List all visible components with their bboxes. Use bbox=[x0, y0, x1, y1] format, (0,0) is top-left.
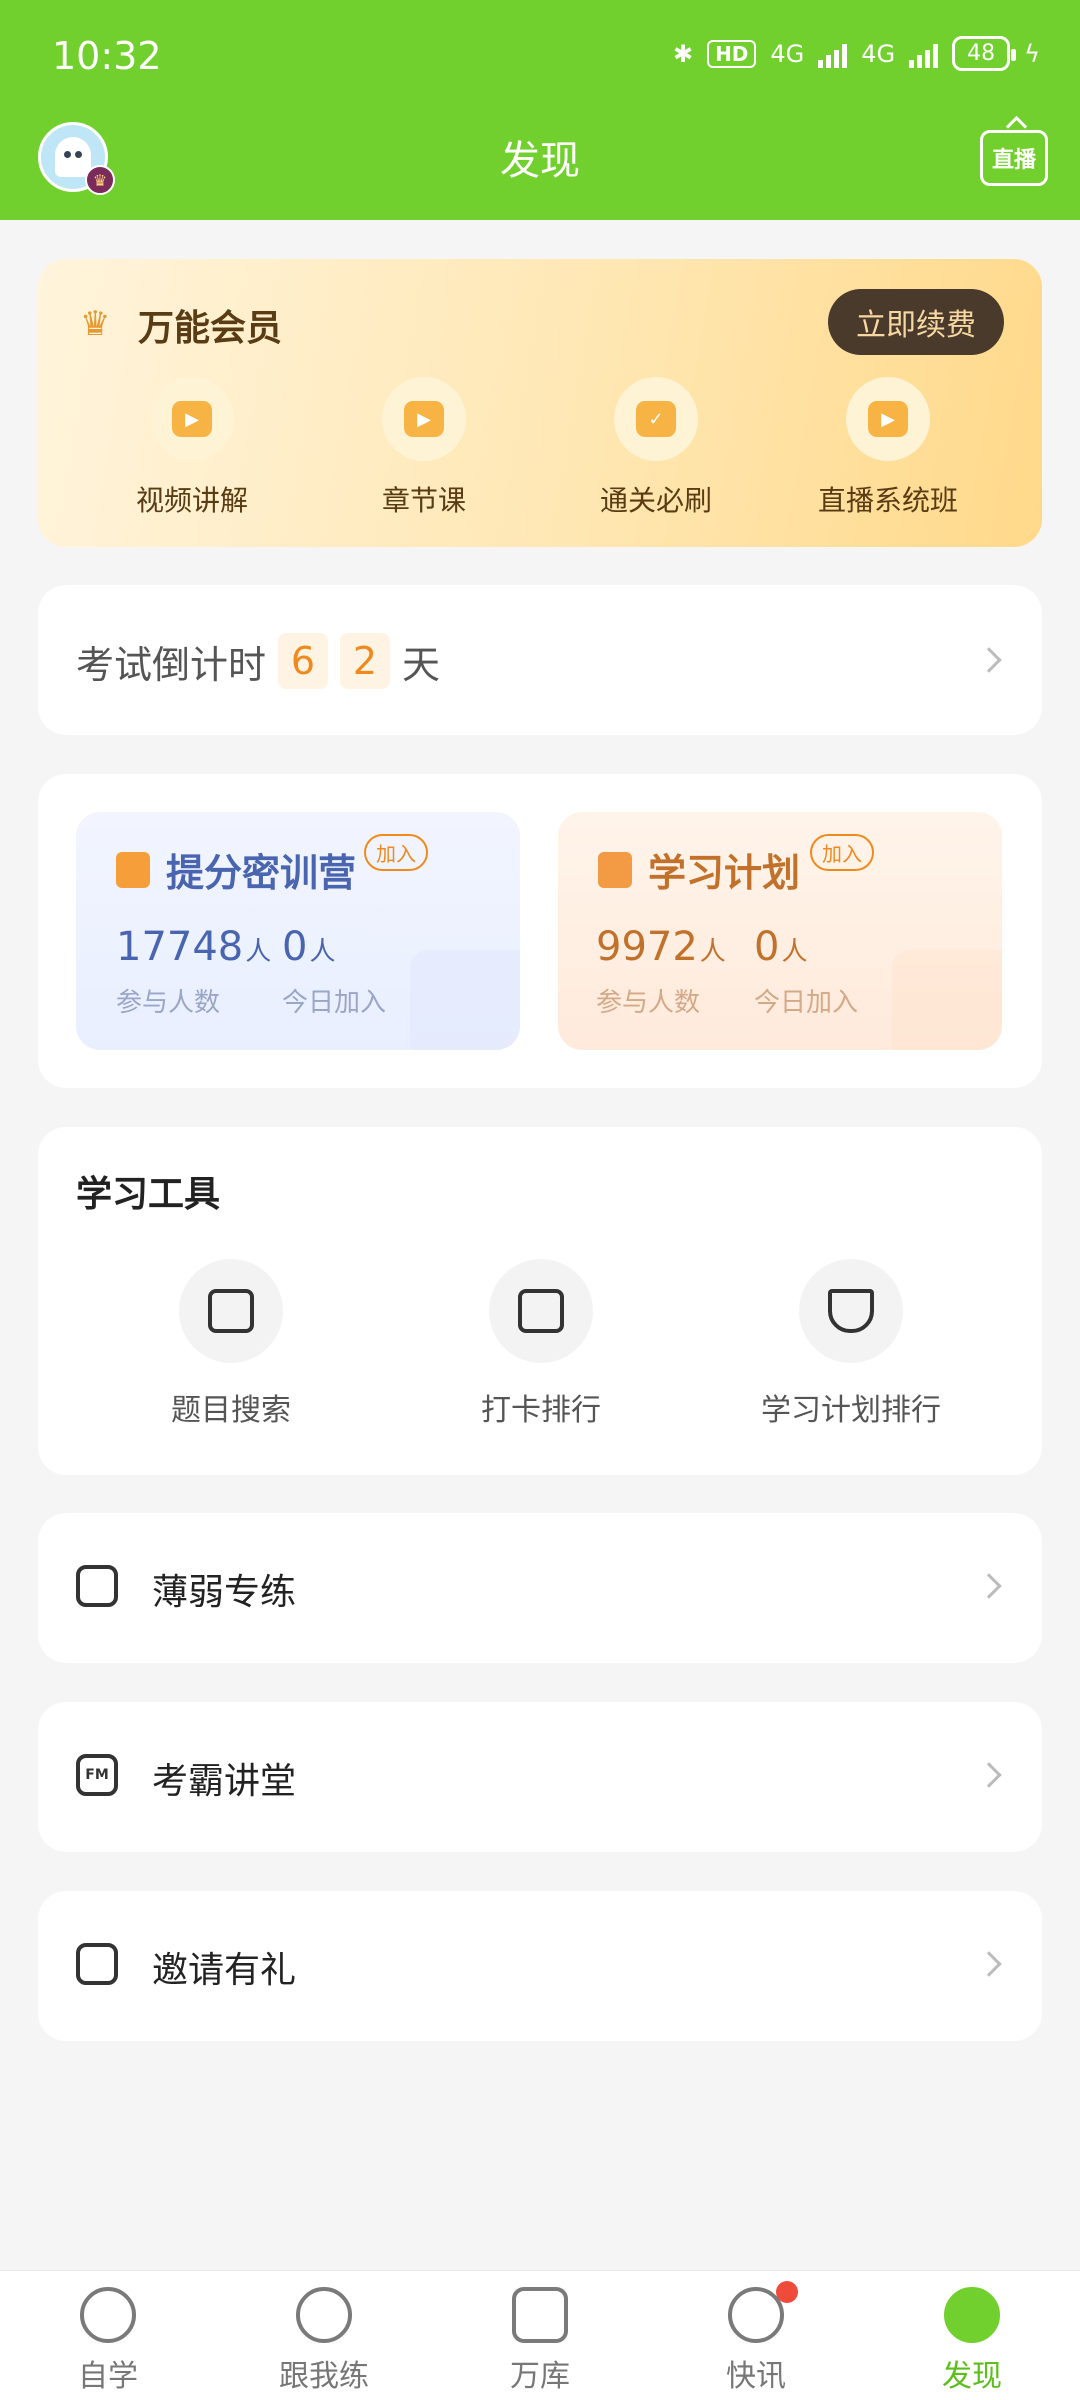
network-type-1: 4G bbox=[770, 39, 805, 68]
hd-icon: HD bbox=[707, 39, 757, 68]
entry-label: 邀请有礼 bbox=[152, 1950, 297, 1991]
play-screen-icon: ▶ bbox=[150, 377, 234, 461]
nav-item-library[interactable]: 万库 bbox=[432, 2271, 648, 2400]
vip-feature-label: 视频讲解 bbox=[135, 484, 248, 517]
network-type-2: 4G bbox=[861, 39, 896, 68]
vip-card[interactable]: ♛ 万能会员 立即续费 ▶ 视频讲解 ▶ 章节课 ✓ 通关必刷 ▶ 直播系统班 bbox=[38, 259, 1042, 547]
charging-icon: ϟ bbox=[1024, 39, 1040, 68]
entry-label: 考霸讲堂 bbox=[152, 1761, 297, 1802]
tool-checkin-rank[interactable]: 打卡排行 bbox=[386, 1259, 696, 1429]
trend-chart-decor-icon bbox=[892, 950, 1002, 1050]
compass-icon bbox=[944, 2287, 1000, 2343]
nav-item-practice[interactable]: 跟我练 bbox=[216, 2271, 432, 2400]
vip-feature-chapter[interactable]: ▶ 章节课 bbox=[308, 377, 540, 519]
nav-item-self-study[interactable]: 自学 bbox=[0, 2271, 216, 2400]
entry-weak-practice[interactable]: 薄弱专练 bbox=[38, 1513, 1042, 1663]
today-count: 0人 bbox=[282, 924, 336, 970]
calendar-chart-icon bbox=[489, 1259, 593, 1363]
nav-label: 自学 bbox=[78, 2359, 138, 2394]
vip-feature-label: 章节课 bbox=[381, 484, 466, 517]
status-time: 10:32 bbox=[52, 34, 162, 78]
countdown-suffix: 天 bbox=[402, 642, 441, 687]
camp-title: 提分密训营 bbox=[166, 851, 357, 895]
nav-label: 快讯 bbox=[726, 2359, 786, 2394]
signal-icon-2 bbox=[909, 40, 939, 68]
calendar-decor-icon bbox=[410, 950, 520, 1050]
countdown-prefix: 考试倒计时 bbox=[76, 642, 267, 687]
bottom-nav: 自学 跟我练 万库 快讯 发现 bbox=[0, 2270, 1080, 2400]
countdown-digit: 6 bbox=[278, 633, 329, 689]
participants-label: 参与人数 bbox=[596, 988, 701, 1018]
participants-count: 9972人 bbox=[596, 924, 726, 970]
chevron-right-icon bbox=[976, 1573, 1002, 1599]
pacman-icon bbox=[80, 2287, 136, 2343]
today-label: 今日加入 bbox=[282, 988, 387, 1018]
signal-icon bbox=[818, 40, 848, 68]
check-circle-icon bbox=[296, 2287, 352, 2343]
vip-feature-video[interactable]: ▶ 视频讲解 bbox=[76, 377, 308, 519]
entry-label: 薄弱专练 bbox=[152, 1572, 297, 1613]
tool-plan-rank[interactable]: 学习计划排行 bbox=[696, 1259, 1006, 1429]
countdown-label: 考试倒计时 6 2 天 bbox=[76, 633, 440, 689]
countdown-digit: 2 bbox=[340, 633, 391, 689]
participants-label: 参与人数 bbox=[116, 988, 221, 1018]
battery-indicator: 48 bbox=[952, 36, 1017, 71]
today-label: 今日加入 bbox=[754, 988, 859, 1018]
header-bar: 10:32 ✱ HD 4G 4G 48 ϟ ♛ 发现 直播 bbox=[0, 0, 1080, 220]
vip-feature-label: 直播系统班 bbox=[817, 484, 958, 517]
live-button[interactable]: 直播 bbox=[980, 130, 1048, 186]
tool-label: 学习计划排行 bbox=[761, 1393, 941, 1428]
bluetooth-icon: ✱ bbox=[672, 39, 694, 68]
vip-feature-label: 通关必刷 bbox=[599, 484, 712, 517]
tool-label: 打卡排行 bbox=[481, 1393, 601, 1428]
check-doc-icon: ✓ bbox=[614, 377, 698, 461]
entry-invite[interactable]: 邀请有礼 bbox=[38, 1891, 1042, 2041]
chevron-right-icon bbox=[976, 1951, 1002, 1977]
status-icons: ✱ HD 4G 4G 48 ϟ bbox=[673, 36, 1040, 71]
nav-item-news[interactable]: 快讯 bbox=[648, 2271, 864, 2400]
doc-list-icon bbox=[512, 2287, 568, 2343]
exam-countdown[interactable]: 考试倒计时 6 2 天 bbox=[38, 585, 1042, 735]
gift-icon bbox=[76, 1943, 118, 1985]
nav-label: 跟我练 bbox=[279, 2359, 369, 2394]
study-tools: 学习工具 题目搜索 打卡排行 学习计划排行 bbox=[38, 1127, 1042, 1475]
vip-title: 万能会员 bbox=[138, 308, 283, 349]
tools-title: 学习工具 bbox=[76, 1174, 221, 1215]
robot-face-icon bbox=[76, 1565, 118, 1607]
calendar-check-icon bbox=[116, 852, 150, 888]
fm-radio-icon: FM bbox=[76, 1754, 118, 1796]
tools-row: 题目搜索 打卡排行 学习计划排行 bbox=[38, 1259, 1042, 1429]
search-list-icon bbox=[179, 1259, 283, 1363]
camp-title: 学习计划 bbox=[648, 851, 801, 895]
join-badge[interactable]: 加入 bbox=[810, 834, 874, 871]
renew-button[interactable]: 立即续费 bbox=[828, 289, 1004, 355]
crown-icon: ♛ bbox=[80, 304, 111, 344]
vip-features: ▶ 视频讲解 ▶ 章节课 ✓ 通关必刷 ▶ 直播系统班 bbox=[76, 377, 1004, 519]
tool-question-search[interactable]: 题目搜索 bbox=[76, 1259, 386, 1429]
notification-dot bbox=[776, 2281, 798, 2303]
status-bar: 10:32 ✱ HD 4G 4G 48 ϟ bbox=[0, 0, 1080, 115]
nav-item-discover[interactable]: 发现 bbox=[864, 2271, 1080, 2400]
camp-card-training[interactable]: 提分密训营 加入 17748人 0人 参与人数 今日加入 bbox=[76, 812, 520, 1050]
page-title: 发现 bbox=[500, 138, 580, 184]
entry-lecture-hall[interactable]: FM 考霸讲堂 bbox=[38, 1702, 1042, 1852]
tv-play-icon: ▶ bbox=[846, 377, 930, 461]
join-badge[interactable]: 加入 bbox=[364, 834, 428, 871]
chevron-right-icon bbox=[976, 1762, 1002, 1788]
today-count: 0人 bbox=[754, 924, 808, 970]
camp-card-plan[interactable]: 学习计划 加入 9972人 0人 参与人数 今日加入 bbox=[558, 812, 1002, 1050]
chevron-right-icon bbox=[976, 647, 1002, 673]
nav-label: 万库 bbox=[510, 2359, 570, 2394]
participants-count: 17748人 bbox=[116, 924, 272, 970]
vip-feature-live-class[interactable]: ▶ 直播系统班 bbox=[772, 377, 1004, 519]
play-book-icon: ▶ bbox=[382, 377, 466, 461]
vip-feature-drill[interactable]: ✓ 通关必刷 bbox=[540, 377, 772, 519]
trophy-icon bbox=[799, 1259, 903, 1363]
camp-section: 提分密训营 加入 17748人 0人 参与人数 今日加入 学习计划 加入 997… bbox=[38, 774, 1042, 1088]
clipboard-icon bbox=[598, 852, 632, 888]
tool-label: 题目搜索 bbox=[171, 1393, 291, 1428]
nav-label: 发现 bbox=[942, 2359, 1002, 2394]
